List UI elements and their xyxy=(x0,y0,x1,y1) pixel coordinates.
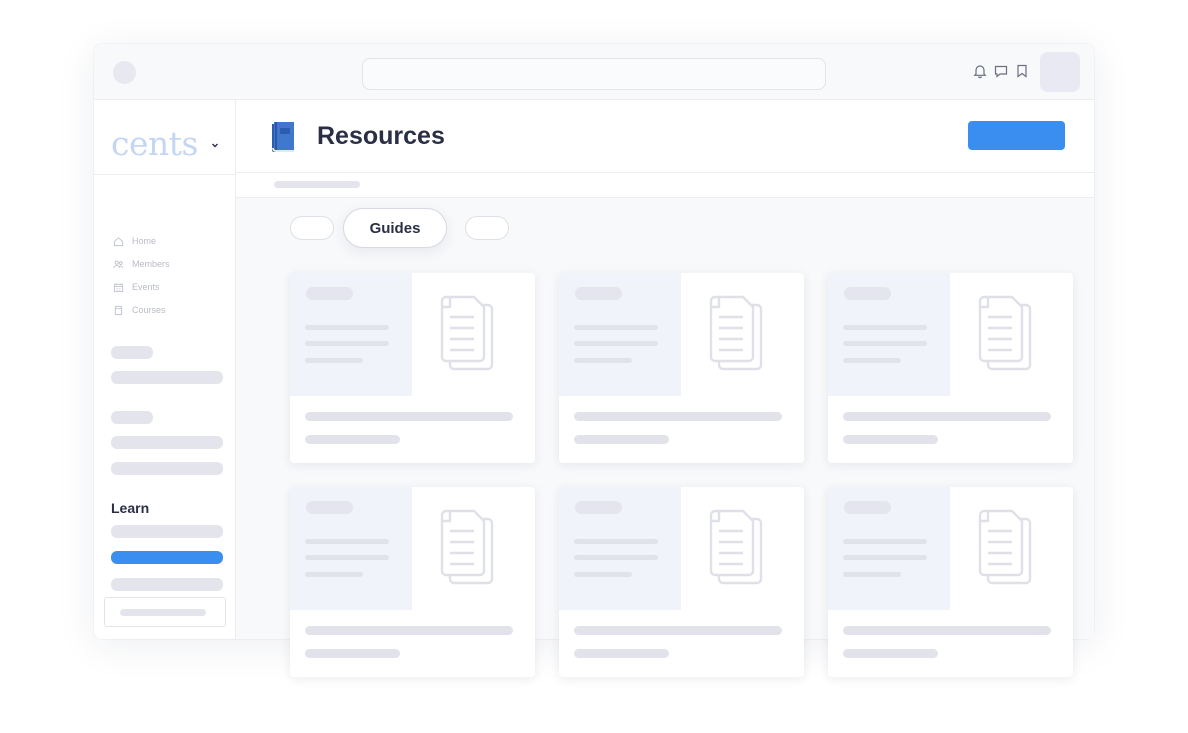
members-icon xyxy=(113,260,124,268)
card-title-skeleton xyxy=(574,626,782,635)
card-line-skeleton xyxy=(843,358,901,363)
document-icon xyxy=(709,509,763,585)
sidebar-item-members[interactable]: Members xyxy=(113,257,170,271)
book-icon xyxy=(272,122,294,152)
sidebar-skeleton xyxy=(111,411,153,424)
sidebar-section-title: Learn xyxy=(111,500,150,516)
primary-action-button[interactable] xyxy=(968,121,1065,150)
card-line-skeleton xyxy=(305,358,363,363)
card-meta-skeleton xyxy=(843,435,938,444)
card-meta-skeleton xyxy=(574,649,669,658)
card-title-skeleton xyxy=(843,412,1051,421)
chevron-down-icon[interactable] xyxy=(210,140,220,150)
card-meta-skeleton xyxy=(305,435,400,444)
card-thumbnail xyxy=(828,273,950,396)
card-line-skeleton xyxy=(843,572,901,577)
card-thumbnail xyxy=(290,487,412,610)
document-icon xyxy=(440,509,494,585)
breadcrumb-skeleton[interactable] xyxy=(274,181,360,188)
card-line-skeleton xyxy=(843,539,927,544)
logo-placeholder[interactable] xyxy=(113,61,136,84)
sidebar-item-courses[interactable]: Courses xyxy=(113,303,166,317)
card-tag-skeleton xyxy=(575,287,622,300)
card-line-skeleton xyxy=(305,572,363,577)
card-thumbnail xyxy=(828,487,950,610)
sidebar-item-label: Courses xyxy=(132,305,166,315)
breadcrumb xyxy=(236,173,1094,198)
resource-card[interactable] xyxy=(559,487,804,677)
card-thumbnail xyxy=(559,487,681,610)
sidebar-item-events[interactable]: Events xyxy=(113,280,160,294)
sidebar-skeleton[interactable] xyxy=(111,578,223,591)
sidebar-item-active[interactable] xyxy=(111,551,223,564)
sidebar-item-label: Members xyxy=(132,259,170,269)
sidebar-skeleton[interactable] xyxy=(111,371,223,384)
top-bar xyxy=(94,44,1094,100)
sidebar-footer-button[interactable] xyxy=(104,597,226,627)
chat-icon[interactable] xyxy=(993,63,1009,79)
sidebar-skeleton[interactable] xyxy=(111,525,223,538)
card-line-skeleton xyxy=(574,572,632,577)
card-line-skeleton xyxy=(843,341,927,346)
card-thumbnail xyxy=(559,273,681,396)
card-line-skeleton xyxy=(574,325,658,330)
card-title-skeleton xyxy=(305,412,513,421)
card-line-skeleton xyxy=(305,325,389,330)
home-icon xyxy=(113,236,124,246)
document-icon xyxy=(709,295,763,371)
card-thumbnail xyxy=(290,273,412,396)
card-title-skeleton xyxy=(843,626,1051,635)
card-title-skeleton xyxy=(305,626,513,635)
sidebar-item-label: Home xyxy=(132,236,157,246)
card-line-skeleton xyxy=(305,341,389,346)
resource-card[interactable] xyxy=(290,273,535,463)
card-tag-skeleton xyxy=(844,287,891,300)
calendar-icon xyxy=(113,282,124,292)
card-tag-skeleton xyxy=(844,501,891,514)
card-meta-skeleton xyxy=(843,649,938,658)
card-line-skeleton xyxy=(574,341,658,346)
card-line-skeleton xyxy=(843,555,927,560)
document-icon xyxy=(978,509,1032,585)
card-line-skeleton xyxy=(574,539,658,544)
sidebar-divider xyxy=(94,174,235,175)
sidebar-skeleton[interactable] xyxy=(111,436,223,449)
sidebar-item-label: Events xyxy=(132,282,160,292)
bell-icon[interactable] xyxy=(972,63,988,79)
footer-skeleton xyxy=(120,609,206,616)
card-line-skeleton xyxy=(305,539,389,544)
sidebar-skeleton xyxy=(111,346,153,359)
resource-card[interactable] xyxy=(290,487,535,677)
brand-logo[interactable]: cents xyxy=(111,124,198,163)
tab-guides[interactable]: Guides xyxy=(343,208,447,248)
card-line-skeleton xyxy=(574,555,658,560)
page-title: Resources xyxy=(317,122,445,150)
card-line-skeleton xyxy=(305,555,389,560)
card-tag-skeleton xyxy=(306,501,353,514)
resource-card[interactable] xyxy=(828,487,1073,677)
avatar[interactable] xyxy=(1040,52,1080,92)
document-icon xyxy=(978,295,1032,371)
app-window: cents Home Members Events Courses Learn xyxy=(94,44,1094,677)
card-line-skeleton xyxy=(574,358,632,363)
bookmark-icon[interactable] xyxy=(1014,63,1030,79)
card-meta-skeleton xyxy=(305,649,400,658)
resource-card[interactable] xyxy=(828,273,1073,463)
card-line-skeleton xyxy=(843,325,927,330)
card-tag-skeleton xyxy=(306,287,353,300)
main-content: Resources Guides xyxy=(236,100,1094,677)
tab-placeholder[interactable] xyxy=(465,216,509,240)
search-input[interactable] xyxy=(362,58,826,90)
tab-placeholder[interactable] xyxy=(290,216,334,240)
resource-card[interactable] xyxy=(559,273,804,463)
card-title-skeleton xyxy=(574,412,782,421)
document-icon xyxy=(440,295,494,371)
page-header: Resources xyxy=(236,100,1094,173)
card-meta-skeleton xyxy=(574,435,669,444)
sidebar-skeleton[interactable] xyxy=(111,462,223,475)
sidebar-item-home[interactable]: Home xyxy=(113,234,156,248)
card-tag-skeleton xyxy=(575,501,622,514)
courses-icon xyxy=(114,305,123,315)
sidebar: cents Home Members Events Courses Learn xyxy=(94,100,236,639)
